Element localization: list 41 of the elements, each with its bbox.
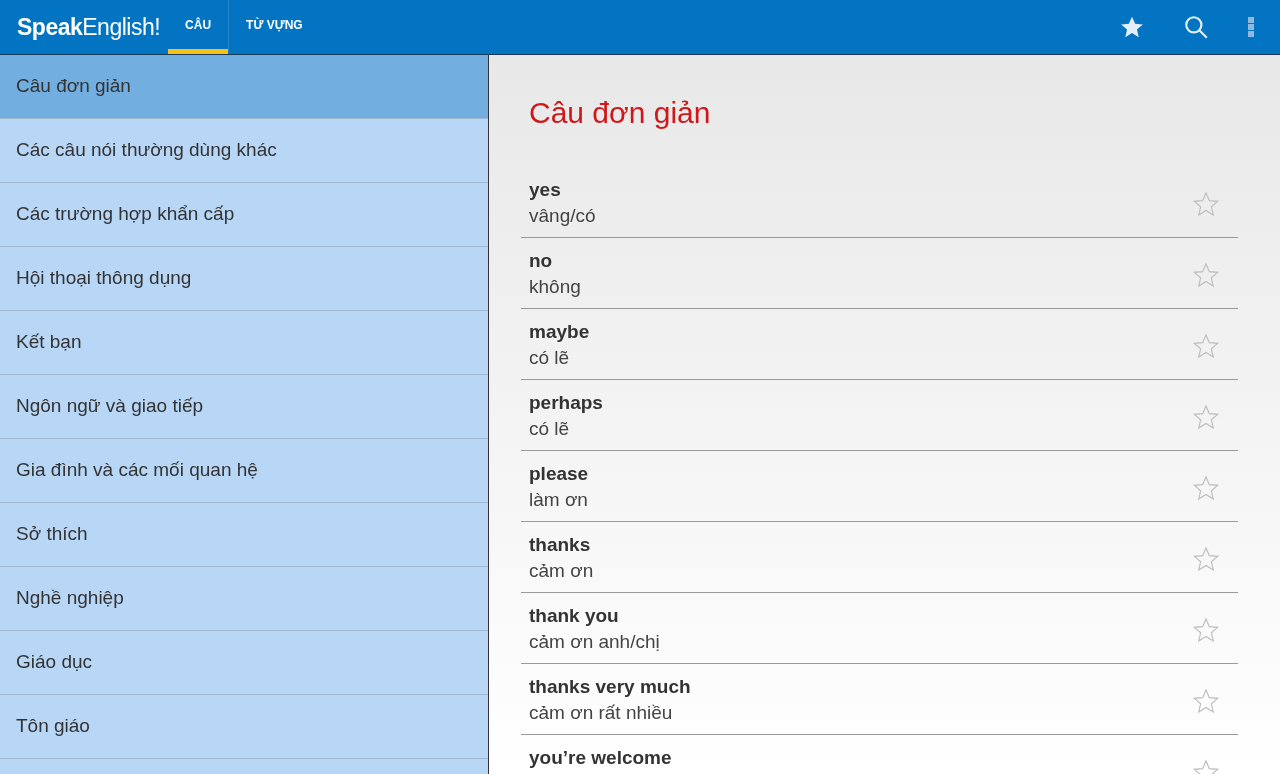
- phrase-translation: cảm ơn anh/chị: [529, 630, 661, 654]
- category-item[interactable]: Các câu nói thường dùng khác: [0, 119, 488, 183]
- star-outline-icon[interactable]: [1192, 687, 1220, 715]
- category-item[interactable]: Nghề nghiệp: [0, 567, 488, 631]
- phrase-english: please: [529, 462, 590, 486]
- star-outline-icon[interactable]: [1192, 261, 1220, 289]
- overflow-menu-icon[interactable]: [1247, 15, 1255, 39]
- category-item[interactable]: Tôn giáo: [0, 695, 488, 759]
- category-item[interactable]: Các trường hợp khẩn cấp: [0, 183, 488, 247]
- star-outline-icon[interactable]: [1192, 190, 1220, 218]
- phrase-translation: có lẽ: [529, 417, 571, 441]
- phrase-english: you’re welcome: [529, 746, 673, 770]
- phrase-translation: làm ơn: [529, 488, 589, 512]
- phrase-english: perhaps: [529, 391, 604, 415]
- category-item[interactable]: Câu đơn giản: [0, 55, 488, 119]
- phrase-translation: có lẽ: [529, 346, 571, 370]
- app-logo: SpeakEnglish!: [17, 12, 161, 42]
- phrase-english: maybe: [529, 320, 591, 344]
- tab[interactable]: TỪ VỰNG: [228, 0, 320, 54]
- category-item[interactable]: Giáo dục: [0, 631, 488, 695]
- phrase-english: thanks very much: [529, 675, 692, 699]
- category-item[interactable]: Ngôn ngữ và giao tiếp: [0, 375, 488, 439]
- phrase-translation: cảm ơn rất nhiều: [529, 701, 674, 725]
- phrase-translation: không: [529, 275, 582, 299]
- star-outline-icon[interactable]: [1192, 545, 1220, 573]
- phrase-english: yes: [529, 178, 562, 202]
- star-outline-icon[interactable]: [1192, 403, 1220, 431]
- phrase-translation: cảm ơn: [529, 559, 595, 583]
- section-title: Câu đơn giản: [529, 95, 712, 131]
- category-item[interactable]: Gia đình và các mối quan hệ: [0, 439, 488, 503]
- search-icon[interactable]: [1183, 14, 1209, 40]
- star-outline-icon[interactable]: [1192, 332, 1220, 360]
- phrase-english: no: [529, 249, 554, 273]
- phrase-english: thanks: [529, 533, 592, 557]
- star-outline-icon[interactable]: [1192, 616, 1220, 644]
- phrase-translation: vâng/có: [529, 204, 597, 228]
- category-item[interactable]: Hội thoại thông dụng: [0, 247, 488, 311]
- star-outline-icon[interactable]: [1192, 474, 1220, 502]
- category-item[interactable]: Kết bạn: [0, 311, 488, 375]
- phrase-english: thank you: [529, 604, 620, 628]
- category-item[interactable]: Sở thích: [0, 503, 488, 567]
